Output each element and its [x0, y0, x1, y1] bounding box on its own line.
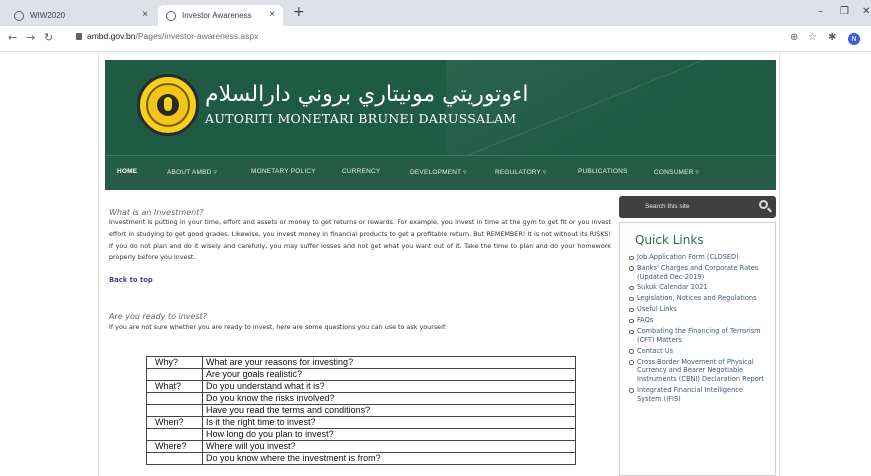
quick-link[interactable]: Job Application Form (CLOSED)	[628, 253, 769, 262]
url-field[interactable]: ambd.gov.bn/Pages/investor-awareness.asp…	[76, 31, 258, 41]
search-icon[interactable]	[759, 200, 768, 209]
table-row: When? Is it the right time to invest?	[146, 416, 576, 429]
question-category: When?	[146, 416, 203, 429]
question-category	[146, 368, 203, 381]
quick-link[interactable]: FAQs	[628, 316, 769, 325]
nav-about-ambd[interactable]: ABOUT AMBD ▿	[167, 168, 217, 176]
section-heading-ready-to-invest: Are you ready to invest?	[109, 312, 208, 322]
site-title: AUTORITI MONETARI BRUNEI DARUSSALAM	[205, 111, 517, 126]
arabic-site-title: اءوتوريتي مونيتاري بروني دارالسلام	[205, 82, 529, 107]
main-content: What is an Investment? Investment is put…	[109, 208, 611, 331]
nav-monetary-policy[interactable]: MONETARY POLICY	[251, 168, 316, 175]
quick-link[interactable]: Sukuk Calendar 2021	[628, 283, 769, 292]
table-row: Do you know where the investment is from…	[146, 452, 576, 465]
question-category: Where?	[146, 440, 203, 453]
quick-link[interactable]: Legislation, Notices and Regulations	[628, 294, 769, 303]
site-search-input[interactable]: Search this site	[619, 196, 776, 218]
question-text: How long do you plan to invest?	[202, 428, 576, 441]
table-row: Have you read the terms and conditions?	[146, 404, 576, 417]
table-row: How long do you plan to invest?	[146, 428, 576, 441]
question-text: Are your goals realistic?	[202, 368, 576, 381]
nav-home[interactable]: HOME	[117, 168, 137, 175]
maximize-icon[interactable]: ❐	[840, 6, 849, 17]
quick-links-title: Quick Links	[635, 233, 704, 247]
investment-paragraph: Investment is putting in your time, effo…	[109, 218, 611, 262]
quick-link[interactable]: Useful Links	[628, 305, 769, 314]
table-row: Are your goals realistic?	[146, 368, 576, 381]
question-text: Have you read the terms and conditions?	[202, 404, 576, 417]
question-category	[146, 404, 203, 417]
quick-links-panel: Quick Links Job Application Form (CLOSED…	[619, 222, 776, 476]
back-arrow-icon[interactable]: ←	[8, 31, 17, 44]
forward-arrow-icon[interactable]: →	[26, 31, 35, 44]
browser-tab-wiw2020[interactable]: WIW2020 ×	[6, 5, 156, 26]
url-domain: ambd.gov.bn	[87, 31, 136, 41]
lock-icon	[76, 33, 82, 40]
tab-label: WIW2020	[30, 11, 66, 20]
profile-avatar[interactable]: N	[848, 33, 860, 45]
section-heading-what-is-investment: What is an Investment?	[109, 208, 204, 217]
ambd-logo[interactable]	[137, 74, 199, 136]
question-category	[146, 452, 203, 465]
table-row: Why? What are your reasons for investing?	[146, 356, 576, 369]
close-tab-icon[interactable]: ×	[269, 9, 275, 20]
zoom-icon[interactable]: ⊕	[790, 32, 798, 43]
question-text: Do you understand what it is?	[202, 380, 576, 393]
ready-paragraph: If you are not sure whether you are read…	[109, 323, 448, 332]
table-row: What? Do you understand what it is?	[146, 380, 576, 393]
nav-regulatory[interactable]: REGULATORY ▿	[495, 168, 546, 176]
site-banner: اءوتوريتي مونيتاري بروني دارالسلام AUTOR…	[105, 60, 776, 155]
back-to-top-link[interactable]: Back to top	[109, 276, 153, 284]
question-text: Do you know where the investment is from…	[202, 452, 576, 465]
quick-link[interactable]: Banks' Charges and Corporate Rates (Upda…	[628, 264, 769, 281]
nav-consumer[interactable]: CONSUMER ▿	[654, 168, 699, 176]
address-bar: ← → ↻ ambd.gov.bn/Pages/investor-awarene…	[0, 26, 871, 52]
question-text: Do you know the risks involved?	[202, 392, 576, 405]
table-row: Where? Where will you invest?	[146, 440, 576, 453]
quick-links-list: Job Application Form (CLOSED) Banks' Cha…	[620, 253, 775, 403]
question-text: Where will you invest?	[202, 440, 576, 453]
question-text: What are your reasons for investing?	[202, 356, 576, 369]
new-tab-button[interactable]: +	[293, 4, 305, 20]
question-category	[146, 392, 203, 405]
tab-label: Investor Awareness	[182, 11, 252, 20]
reload-icon[interactable]: ↻	[44, 31, 53, 44]
question-category: What?	[146, 380, 203, 393]
close-window-icon[interactable]: ✕	[862, 6, 870, 17]
quick-link[interactable]: Contact Us	[628, 347, 769, 356]
quick-link[interactable]: Combating the Financing of Terrorism (CF…	[628, 327, 769, 344]
url-path: /Pages/investor-awareness.aspx	[135, 31, 259, 41]
bookmark-star-icon[interactable]: ☆	[808, 32, 817, 43]
minimize-icon[interactable]: –	[818, 6, 823, 17]
browser-tab-bar: WIW2020 × Investor Awareness × + – ❐ ✕	[0, 0, 871, 26]
question-category	[146, 428, 203, 441]
quick-link[interactable]: Cross Border Movement of Physical Curren…	[628, 358, 769, 384]
question-text: Is it the right time to invest?	[202, 416, 576, 429]
investment-questions-table: Why? What are your reasons for investing?…	[146, 356, 576, 465]
close-tab-icon[interactable]: ×	[142, 9, 148, 20]
search-placeholder: Search this site	[645, 203, 690, 210]
nav-publications[interactable]: PUBLICATIONS	[578, 168, 628, 175]
nav-development[interactable]: DEVELOPMENT ▿	[410, 168, 467, 176]
quick-link[interactable]: Integrated Financial Intelligence System…	[628, 386, 769, 403]
page-container: اءوتوريتي مونيتاري بروني دارالسلام AUTOR…	[98, 52, 780, 476]
question-category: Why?	[146, 356, 203, 369]
globe-icon	[14, 10, 24, 21]
table-row: Do you know the risks involved?	[146, 392, 576, 405]
browser-tab-investor-awareness[interactable]: Investor Awareness ×	[158, 5, 283, 26]
nav-currency[interactable]: CURRENCY	[342, 168, 380, 175]
globe-icon	[166, 10, 176, 21]
main-nav: HOME ABOUT AMBD ▿ MONETARY POLICY CURREN…	[105, 155, 776, 190]
extensions-icon[interactable]: ✱	[828, 32, 836, 43]
